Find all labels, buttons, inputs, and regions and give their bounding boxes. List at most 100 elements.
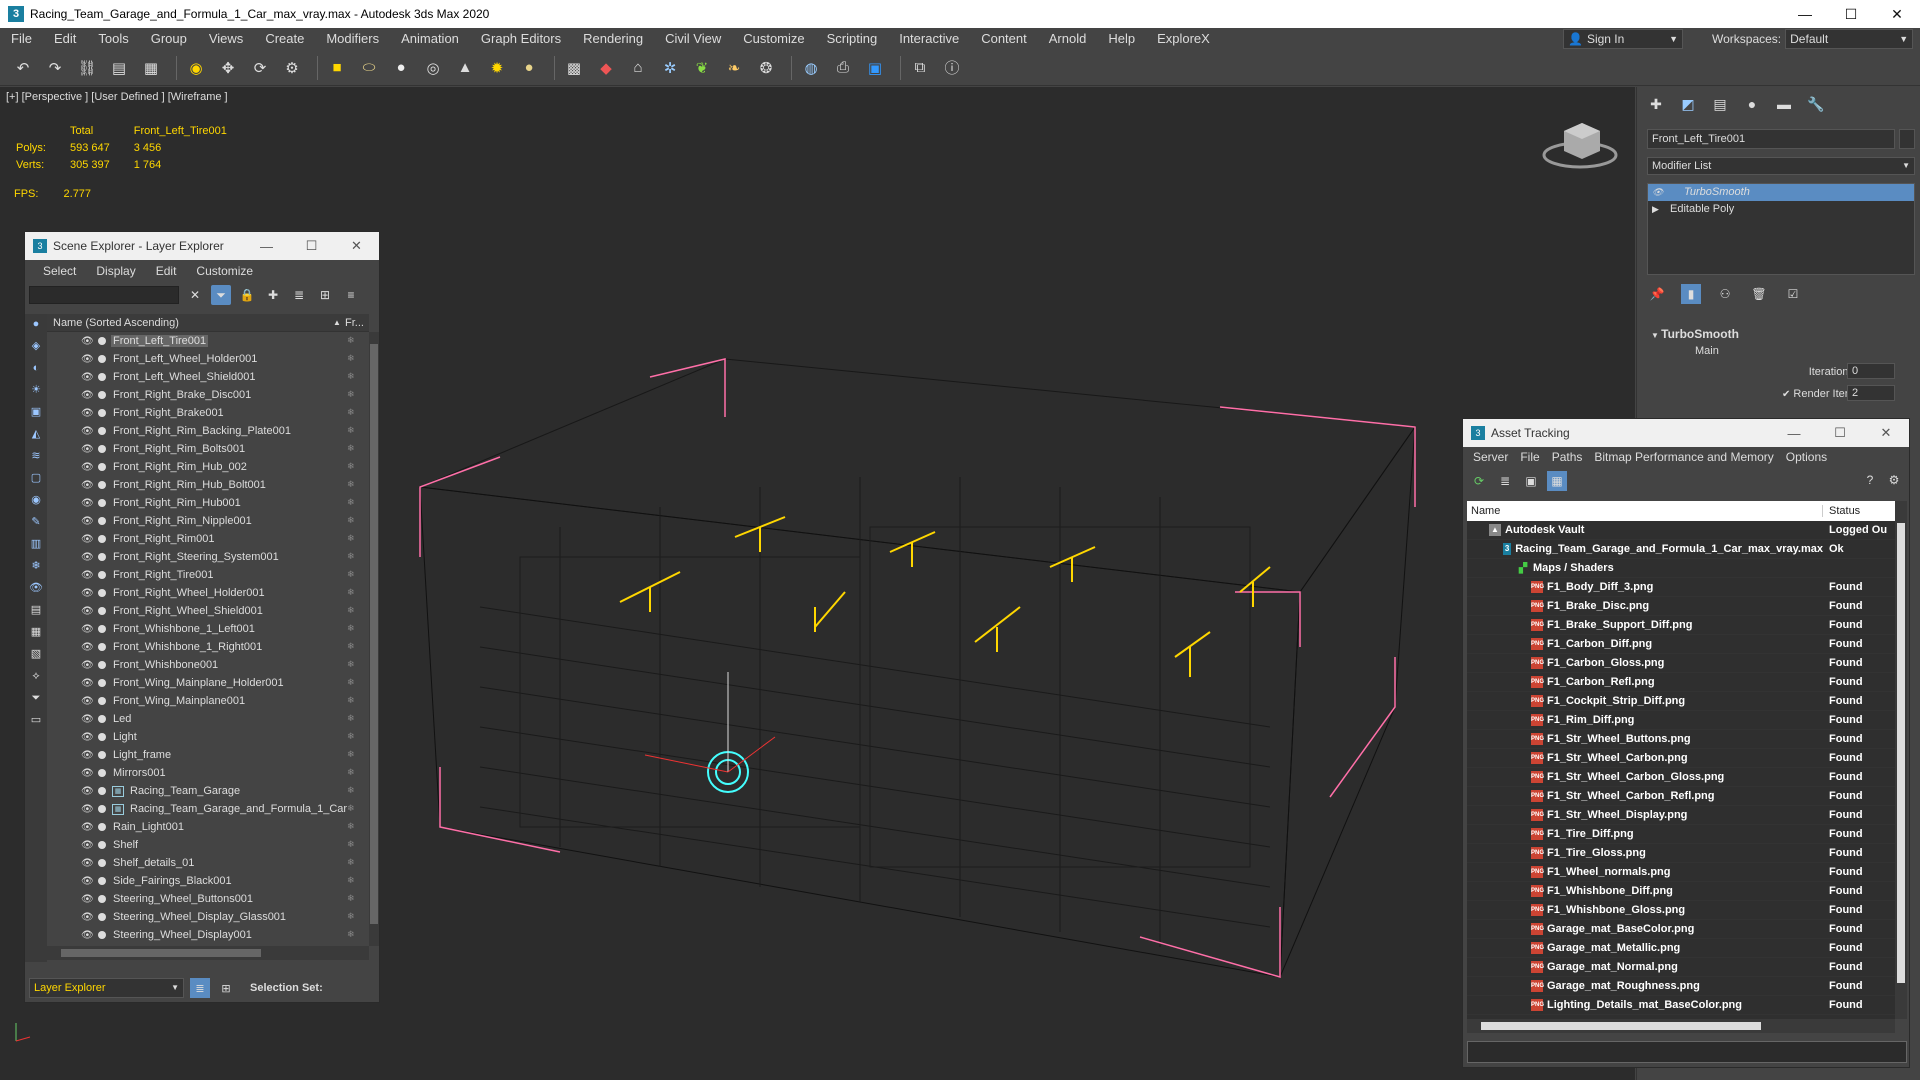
table-row[interactable]: PNG F1_Str_Wheel_Carbon_Refl.png Found <box>1467 787 1907 806</box>
stack-item-editable-poly[interactable]: ▶ Editable Poly <box>1648 201 1914 218</box>
render-toggle-icon[interactable] <box>98 337 106 345</box>
sign-in-dropdown[interactable]: 👤 Sign In ▼ <box>1563 29 1683 49</box>
list-view-icon[interactable]: ≣ <box>1495 471 1515 491</box>
list-item[interactable]: 👁 ▦ Racing_Team_Garage ❄ <box>47 782 369 800</box>
show-end-result-icon[interactable]: ▮ <box>1681 284 1701 304</box>
list-item[interactable]: 👁 Front_Right_Rim_Nipple001 ❄ <box>47 512 369 530</box>
eye-icon[interactable]: 👁 <box>81 696 95 707</box>
eye-icon[interactable]: 👁 <box>81 390 95 401</box>
eye-icon[interactable]: 👁 <box>81 642 95 653</box>
menu-customize[interactable]: Customize <box>732 28 815 50</box>
eye-icon[interactable]: 👁 <box>81 498 95 509</box>
render-toggle-icon[interactable] <box>98 535 106 543</box>
table-row[interactable]: PNG F1_Str_Wheel_Carbon_Gloss.png Found <box>1467 768 1907 787</box>
at-menu-server[interactable]: Server <box>1467 450 1514 464</box>
rollout-title[interactable]: ▼ TurboSmooth <box>1647 327 1915 345</box>
render-toggle-icon[interactable] <box>98 625 106 633</box>
invert-select-icon[interactable]: ▧ <box>28 646 44 662</box>
close-button[interactable]: ✕ <box>1874 0 1920 28</box>
eye-icon[interactable]: 👁 <box>81 462 95 473</box>
eye-icon[interactable]: 👁 <box>81 876 95 887</box>
viewcube[interactable] <box>1540 107 1620 177</box>
render-toggle-icon[interactable] <box>98 733 106 741</box>
menu-scripting[interactable]: Scripting <box>816 28 889 50</box>
list-item[interactable]: 👁 Front_Left_Wheel_Shield001 ❄ <box>47 368 369 386</box>
render-toggle-icon[interactable] <box>98 373 106 381</box>
eye-icon[interactable]: 👁 <box>81 624 95 635</box>
freeze-icon[interactable]: ❄ <box>347 551 355 562</box>
freeze-icon[interactable]: ❄ <box>347 857 355 868</box>
render-icon[interactable]: ▣ <box>862 55 888 81</box>
render-toggle-icon[interactable] <box>98 409 106 417</box>
eye-icon[interactable]: 👁 <box>81 408 95 419</box>
eye-icon[interactable]: 👁 <box>81 588 95 599</box>
eye-icon[interactable]: 👁 <box>81 732 95 743</box>
list-item[interactable]: 👁 Front_Right_Rim_Hub001 ❄ <box>47 494 369 512</box>
refresh-icon[interactable]: ⟳ <box>1469 471 1489 491</box>
table-row[interactable]: PNG Garage_mat_BaseColor.png Found <box>1467 920 1907 939</box>
torus-icon[interactable]: ◎ <box>420 55 446 81</box>
freeze-icon[interactable]: ❄ <box>347 659 355 670</box>
at-menu-file[interactable]: File <box>1514 450 1545 464</box>
minimize-button[interactable]: — <box>1771 426 1817 441</box>
list-item[interactable]: 👁 Front_Right_Rim_Hub_Bolt001 ❄ <box>47 476 369 494</box>
maximize-button[interactable]: ☐ <box>289 238 334 254</box>
table-row[interactable]: PNG F1_Carbon_Diff.png Found <box>1467 635 1907 654</box>
scale-icon[interactable]: ⚙ <box>279 55 305 81</box>
expand-icon[interactable]: ▶ <box>1652 201 1666 218</box>
render-toggle-icon[interactable] <box>98 715 106 723</box>
modify-tab-icon[interactable]: ◩ <box>1677 93 1699 115</box>
list-item[interactable]: 👁 Front_Left_Wheel_Holder001 ❄ <box>47 350 369 368</box>
render-toggle-icon[interactable] <box>98 355 106 363</box>
make-unique-icon[interactable]: ⚇ <box>1715 284 1735 304</box>
freeze-icon[interactable]: ❄ <box>347 911 355 922</box>
eye-icon[interactable]: 👁 <box>81 426 95 437</box>
select-icon[interactable]: ◉ <box>183 55 209 81</box>
freeze-icon[interactable]: ❄ <box>347 533 355 544</box>
vertical-scrollbar[interactable] <box>369 332 379 946</box>
render-toggle-icon[interactable] <box>98 895 106 903</box>
eye-icon[interactable]: 👁 <box>1652 184 1666 201</box>
help-icon[interactable]: ⓘ <box>939 55 965 81</box>
freeze-icon[interactable]: ❄ <box>347 497 355 508</box>
list-item[interactable]: 👁 Front_Right_Rim001 ❄ <box>47 530 369 548</box>
xrefs-filter-icon[interactable]: ◉ <box>28 492 44 508</box>
undo-icon[interactable]: ↶ <box>10 55 36 81</box>
select-all-icon[interactable]: ▤ <box>28 602 44 618</box>
render-toggle-icon[interactable] <box>98 751 106 759</box>
table-row[interactable]: PNG F1_Wheel_normals.png Found <box>1467 863 1907 882</box>
horizontal-scrollbar[interactable] <box>1467 1019 1895 1033</box>
table-row[interactable]: PNG F1_Str_Wheel_Buttons.png Found <box>1467 730 1907 749</box>
list-item[interactable]: 👁 Front_Right_Rim_Hub_002 ❄ <box>47 458 369 476</box>
list-item[interactable]: 👁 Shelf_details_01 ❄ <box>47 854 369 872</box>
freeze-icon[interactable]: ❄ <box>347 623 355 634</box>
list-item[interactable]: 👁 Mirrors001 ❄ <box>47 764 369 782</box>
freeze-icon[interactable]: ❄ <box>347 461 355 472</box>
table-row[interactable]: PNG F1_Cockpit_Strip_Diff.png Found <box>1467 692 1907 711</box>
menu-modifiers[interactable]: Modifiers <box>315 28 390 50</box>
scrollbar-thumb[interactable] <box>61 949 261 957</box>
eye-icon[interactable]: 👁 <box>81 858 95 869</box>
gear-icon[interactable]: ✲ <box>657 55 683 81</box>
object-name-field[interactable]: Front_Left_Tire001 <box>1647 129 1895 149</box>
configure-sets-icon[interactable]: ☑ <box>1783 284 1803 304</box>
light-icon[interactable]: ✹ <box>484 55 510 81</box>
move-icon[interactable]: ✥ <box>215 55 241 81</box>
sort-by-layer-icon[interactable]: ≣ <box>190 978 210 998</box>
list-item[interactable]: 👁 Front_Wing_Mainplane_Holder001 ❄ <box>47 674 369 692</box>
eye-icon[interactable]: 👁 <box>81 372 95 383</box>
eye-icon[interactable]: 👁 <box>81 552 95 563</box>
dependency-icon[interactable]: ⟡ <box>28 668 44 684</box>
render-toggle-icon[interactable] <box>98 445 106 453</box>
close-button[interactable]: ✕ <box>1863 425 1909 441</box>
list-item[interactable]: 👁 Rain_Light001 ❄ <box>47 818 369 836</box>
table-row[interactable]: PNG F1_Whishbone_Gloss.png Found <box>1467 901 1907 920</box>
asset-tracking-titlebar[interactable]: 3 Asset Tracking — ☐ ✕ <box>1463 419 1909 447</box>
freeze-icon[interactable]: ❄ <box>347 803 355 814</box>
workspaces-dropdown[interactable]: Default ▼ <box>1785 29 1914 49</box>
hidden-filter-icon[interactable]: 👁 <box>28 580 44 596</box>
menu-rendering[interactable]: Rendering <box>572 28 654 50</box>
render-toggle-icon[interactable] <box>98 571 106 579</box>
menu-arnold[interactable]: Arnold <box>1038 28 1098 50</box>
freeze-icon[interactable]: ❄ <box>347 677 355 688</box>
